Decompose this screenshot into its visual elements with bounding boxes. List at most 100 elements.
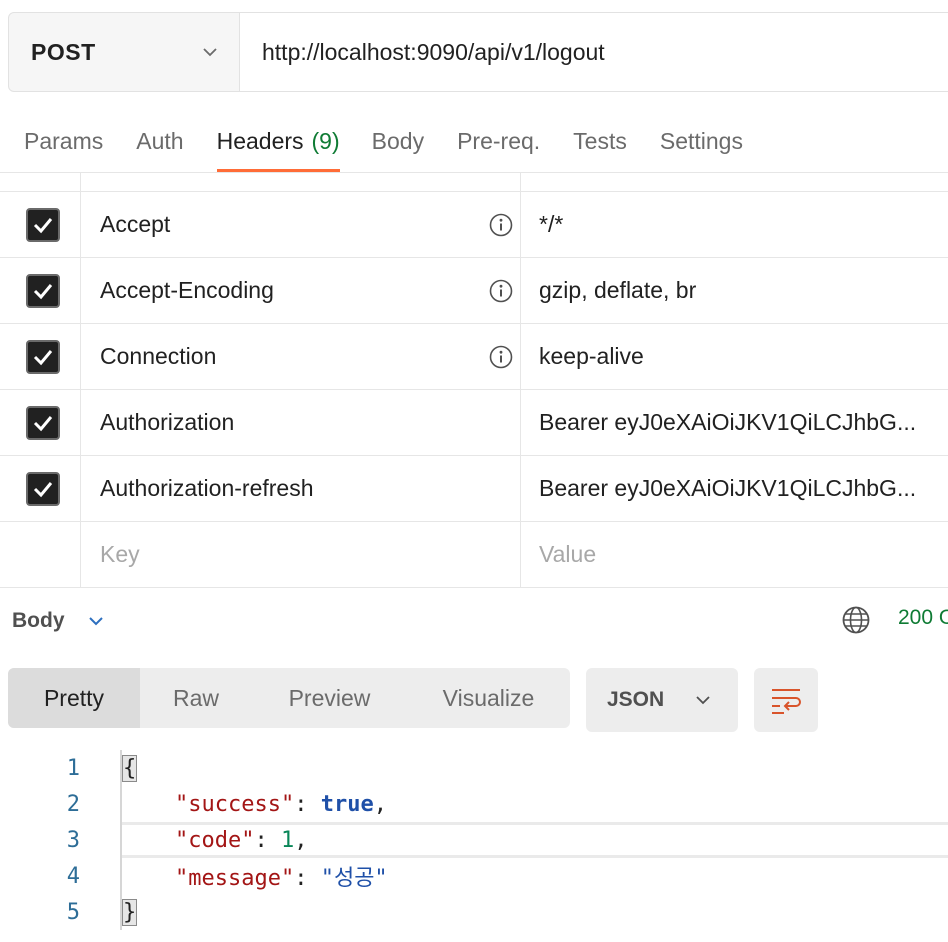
table-row-partial <box>0 173 948 192</box>
tab-headers-label: Headers <box>216 127 304 154</box>
info-icon[interactable] <box>488 212 514 238</box>
key-input[interactable]: Key <box>81 522 521 587</box>
open-brace: { <box>122 754 138 782</box>
tab-tests[interactable]: Tests <box>573 110 627 172</box>
info-icon[interactable] <box>488 278 514 304</box>
check-cell <box>0 456 81 521</box>
json-key: "success" <box>174 791 295 817</box>
header-key-text: Connection <box>100 343 217 369</box>
tab-settings[interactable]: Settings <box>660 110 743 172</box>
partial-check-cell <box>0 173 81 191</box>
line-number: 3 <box>66 827 80 853</box>
info-icon[interactable] <box>488 344 514 370</box>
header-value[interactable]: gzip, deflate, br <box>521 258 948 323</box>
header-checkbox[interactable] <box>26 405 60 440</box>
response-bar: Body 200 O <box>0 588 948 654</box>
headers-count: (9) <box>311 127 340 154</box>
language-label: JSON <box>607 688 665 711</box>
tab-body-label: Body <box>371 127 425 154</box>
code-line: 4 "message": "성공" <box>0 858 948 894</box>
json-value: true <box>320 791 374 817</box>
request-bar: POST http://localhost:9090/api/v1/logout <box>8 12 948 92</box>
format-visualize[interactable]: Visualize <box>407 668 570 728</box>
partial-value-cell <box>521 173 948 191</box>
tab-params[interactable]: Params <box>24 110 103 172</box>
format-pretty[interactable]: Pretty <box>8 668 140 728</box>
json-value: 1 <box>280 827 295 853</box>
format-raw[interactable]: Raw <box>140 668 252 728</box>
tab-headers[interactable]: Headers (9) <box>216 110 340 172</box>
header-key-text: Accept <box>100 211 171 237</box>
check-icon <box>33 283 53 299</box>
close-brace: } <box>122 898 138 926</box>
globe-icon[interactable] <box>840 604 872 636</box>
tab-body[interactable]: Body <box>372 110 424 172</box>
fold-guide <box>120 822 122 858</box>
partial-key-cell <box>81 173 521 191</box>
header-key[interactable]: Accept <box>81 192 521 257</box>
line-number: 5 <box>66 899 80 925</box>
code-line: 2 "success": true, <box>0 786 948 822</box>
chevron-down-icon <box>203 48 217 57</box>
code-text: { <box>122 754 138 782</box>
url-input[interactable]: http://localhost:9090/api/v1/logout <box>240 13 948 91</box>
header-key[interactable]: Authorization <box>81 390 521 455</box>
table-row: Authorization-refresh Bearer eyJ0eXAiOiJ… <box>0 456 948 522</box>
header-value[interactable]: Bearer eyJ0eXAiOiJKV1QiLCJhbG... <box>521 456 948 521</box>
code-line: 1 { <box>0 750 948 786</box>
chevron-down-icon[interactable] <box>87 612 105 630</box>
tab-params-label: Params <box>24 127 104 154</box>
code-line: 3 "code": 1, <box>0 822 948 858</box>
header-key[interactable]: Authorization-refresh <box>81 456 521 521</box>
header-key[interactable]: Accept-Encoding <box>81 258 521 323</box>
line-number: 1 <box>66 755 80 781</box>
request-tabs: Params Auth Headers (9) Body Pre-req. Te… <box>0 110 948 172</box>
format-preview[interactable]: Preview <box>252 668 407 728</box>
header-checkbox[interactable] <box>26 207 60 242</box>
tab-tests-label: Tests <box>573 127 627 154</box>
check-icon <box>33 217 53 233</box>
tab-prereq-label: Pre-req. <box>457 127 541 154</box>
header-checkbox[interactable] <box>26 339 60 374</box>
check-cell <box>0 324 81 389</box>
chevron-down-icon <box>696 696 710 705</box>
header-key-text: Authorization-refresh <box>100 475 314 501</box>
tab-auth-label: Auth <box>136 127 184 154</box>
json-key: "message" <box>174 866 295 891</box>
language-select[interactable]: JSON <box>586 668 738 732</box>
value-input[interactable]: Value <box>521 522 948 587</box>
line-number: 4 <box>66 863 80 889</box>
check-cell <box>0 390 81 455</box>
header-key[interactable]: Connection <box>81 324 521 389</box>
method-select[interactable]: POST <box>9 13 240 91</box>
format-tabs: Pretty Raw Preview Visualize <box>8 668 570 728</box>
header-checkbox[interactable] <box>26 273 60 308</box>
headers-table: Accept */* Accept-Encoding gzip, deflate… <box>0 172 948 588</box>
code-text: "message": "성공" <box>174 866 388 891</box>
check-icon <box>33 415 53 431</box>
header-value[interactable]: */* <box>521 192 948 257</box>
status-code: 200 O <box>898 606 948 629</box>
check-cell <box>0 522 81 587</box>
tab-prereq[interactable]: Pre-req. <box>457 110 540 172</box>
table-row: Authorization Bearer eyJ0eXAiOiJKV1QiLCJ… <box>0 390 948 456</box>
header-checkbox[interactable] <box>26 471 60 506</box>
tab-auth[interactable]: Auth <box>136 110 183 172</box>
wrap-lines-button[interactable] <box>754 668 818 732</box>
response-code: 1 { 2 "success": true, 3 "code": 1, 4 "m… <box>0 750 948 930</box>
check-icon <box>33 349 53 365</box>
json-value: "성공" <box>320 866 388 891</box>
header-value[interactable]: keep-alive <box>521 324 948 389</box>
header-key-text: Accept-Encoding <box>100 277 274 303</box>
header-key-text: Authorization <box>100 409 235 435</box>
line-number: 2 <box>66 791 80 817</box>
response-body-title[interactable]: Body <box>12 609 65 633</box>
code-text: "code": 1, <box>174 827 308 853</box>
table-row: Connection keep-alive <box>0 324 948 390</box>
check-cell <box>0 258 81 323</box>
table-row-new: Key Value <box>0 522 948 588</box>
method-label: POST <box>31 38 96 65</box>
code-text: "success": true, <box>174 791 387 817</box>
header-value[interactable]: Bearer eyJ0eXAiOiJKV1QiLCJhbG... <box>521 390 948 455</box>
code-line: 5 } <box>0 894 948 930</box>
